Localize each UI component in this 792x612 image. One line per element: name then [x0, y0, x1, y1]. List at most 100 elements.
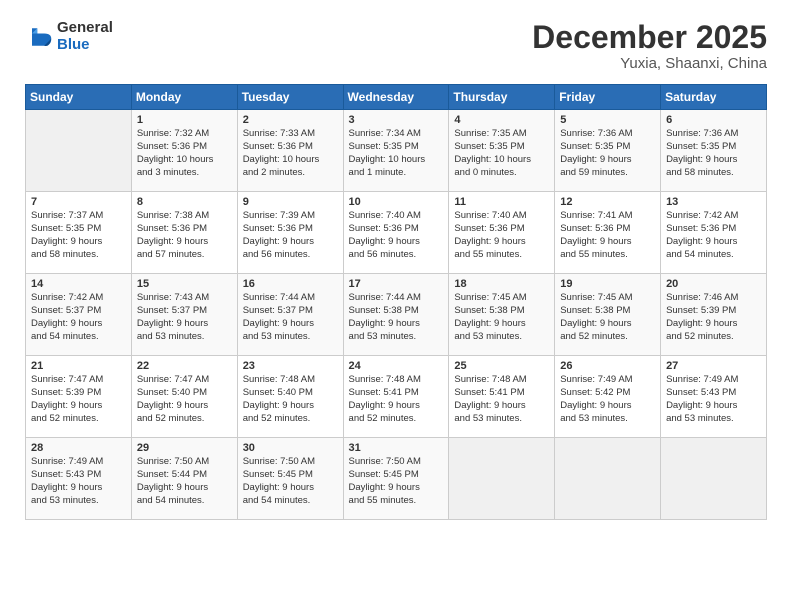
table-row: 27Sunrise: 7:49 AM Sunset: 5:43 PM Dayli…	[661, 356, 767, 438]
day-number: 26	[560, 360, 655, 372]
cell-content: Sunrise: 7:48 AM Sunset: 5:40 PM Dayligh…	[243, 374, 338, 425]
day-number: 21	[31, 360, 126, 372]
cell-content: Sunrise: 7:49 AM Sunset: 5:42 PM Dayligh…	[560, 374, 655, 425]
day-number: 13	[666, 196, 761, 208]
cell-content: Sunrise: 7:36 AM Sunset: 5:35 PM Dayligh…	[666, 128, 761, 179]
day-number: 23	[243, 360, 338, 372]
cell-content: Sunrise: 7:48 AM Sunset: 5:41 PM Dayligh…	[349, 374, 444, 425]
day-number: 19	[560, 278, 655, 290]
table-row: 11Sunrise: 7:40 AM Sunset: 5:36 PM Dayli…	[449, 192, 555, 274]
table-row: 26 Sunrise: 7:49 AM Sunset: 5:42 PM Dayli…	[555, 356, 661, 438]
day-number: 28	[31, 442, 126, 454]
col-wednesday: Wednesday	[343, 85, 449, 110]
col-thursday: Thursday	[449, 85, 555, 110]
table-row: 13 Sunrise: 7:42 AM Sunset: 5:36 PM Dayli…	[661, 192, 767, 274]
logo-icon	[25, 23, 53, 51]
day-number: 1	[137, 114, 232, 126]
logo-text: General Blue	[57, 20, 113, 53]
cell-content: Sunrise: 7:49 AM Sunset: 5:43 PM Dayligh…	[31, 456, 126, 507]
day-number: 6	[666, 114, 761, 126]
day-number: 9	[243, 196, 338, 208]
month-title: December 2025	[532, 20, 767, 55]
col-tuesday: Tuesday	[237, 85, 343, 110]
table-row: 29 Sunrise: 7:50 AM Sunset: 5:44 PM Dayli…	[131, 438, 237, 520]
table-row: 8 Sunrise: 7:38 AM Sunset: 5:36 PM Daylig…	[131, 192, 237, 274]
cell-content: Sunrise: 7:44 AM Sunset: 5:37 PM Dayligh…	[243, 292, 338, 343]
day-number: 8	[137, 196, 232, 208]
cell-content: Sunrise: 7:40 AM Sunset: 5:36 PM Dayligh…	[454, 210, 549, 261]
table-row: 4 Sunrise: 7:35 AM Sunset: 5:35 PM Daylig…	[449, 110, 555, 192]
cell-content: Sunrise: 7:43 AM Sunset: 5:37 PM Dayligh…	[137, 292, 232, 343]
calendar-week-3: 14 Sunrise: 7:42 AM Sunset: 5:37 PM Dayli…	[26, 274, 767, 356]
header-row: Sunday Monday Tuesday Wednesday Thursday…	[26, 85, 767, 110]
cell-content: Sunrise: 7:36 AM Sunset: 5:35 PM Dayligh…	[560, 128, 655, 179]
col-monday: Monday	[131, 85, 237, 110]
cell-content: Sunrise: 7:34 AM Sunset: 5:35 PM Dayligh…	[349, 128, 444, 179]
table-row: 19 Sunrise: 7:45 AM Sunset: 5:38 PM Dayli…	[555, 274, 661, 356]
col-friday: Friday	[555, 85, 661, 110]
table-row: 2Sunrise: 7:33 AM Sunset: 5:36 PM Daylig…	[237, 110, 343, 192]
calendar-week-5: 28 Sunrise: 7:49 AM Sunset: 5:43 PM Dayli…	[26, 438, 767, 520]
day-number: 10	[349, 196, 444, 208]
cell-content: Sunrise: 7:47 AM Sunset: 5:39 PM Dayligh…	[31, 374, 126, 425]
title-block: December 2025 Yuxia, Shaanxi, China	[532, 20, 767, 72]
cell-content: Sunrise: 7:45 AM Sunset: 5:38 PM Dayligh…	[560, 292, 655, 343]
table-row: 9Sunrise: 7:39 AM Sunset: 5:36 PM Daylig…	[237, 192, 343, 274]
cell-content: Sunrise: 7:41 AM Sunset: 5:36 PM Dayligh…	[560, 210, 655, 261]
day-number: 16	[243, 278, 338, 290]
cell-content: Sunrise: 7:47 AM Sunset: 5:40 PM Dayligh…	[137, 374, 232, 425]
table-row: 18Sunrise: 7:45 AM Sunset: 5:38 PM Dayli…	[449, 274, 555, 356]
calendar-week-1: 1 Sunrise: 7:32 AM Sunset: 5:36 PM Daylig…	[26, 110, 767, 192]
cell-content: Sunrise: 7:50 AM Sunset: 5:45 PM Dayligh…	[349, 456, 444, 507]
table-row: 31 Sunrise: 7:50 AM Sunset: 5:45 PM Dayli…	[343, 438, 449, 520]
day-number: 4	[454, 114, 549, 126]
table-row: 7Sunrise: 7:37 AM Sunset: 5:35 PM Daylig…	[26, 192, 132, 274]
calendar-week-4: 21 Sunrise: 7:47 AM Sunset: 5:39 PM Dayli…	[26, 356, 767, 438]
day-number: 22	[137, 360, 232, 372]
table-row	[26, 110, 132, 192]
table-row: 1 Sunrise: 7:32 AM Sunset: 5:36 PM Daylig…	[131, 110, 237, 192]
cell-content: Sunrise: 7:35 AM Sunset: 5:35 PM Dayligh…	[454, 128, 549, 179]
table-row	[449, 438, 555, 520]
logo-general: General	[57, 20, 113, 37]
table-row: 30Sunrise: 7:50 AM Sunset: 5:45 PM Dayli…	[237, 438, 343, 520]
table-row: 10Sunrise: 7:40 AM Sunset: 5:36 PM Dayli…	[343, 192, 449, 274]
calendar-week-2: 7Sunrise: 7:37 AM Sunset: 5:35 PM Daylig…	[26, 192, 767, 274]
day-number: 15	[137, 278, 232, 290]
day-number: 31	[349, 442, 444, 454]
cell-content: Sunrise: 7:42 AM Sunset: 5:36 PM Dayligh…	[666, 210, 761, 261]
table-row: 5 Sunrise: 7:36 AM Sunset: 5:35 PM Daylig…	[555, 110, 661, 192]
cell-content: Sunrise: 7:38 AM Sunset: 5:36 PM Dayligh…	[137, 210, 232, 261]
cell-content: Sunrise: 7:50 AM Sunset: 5:45 PM Dayligh…	[243, 456, 338, 507]
col-sunday: Sunday	[26, 85, 132, 110]
table-row: 24Sunrise: 7:48 AM Sunset: 5:41 PM Dayli…	[343, 356, 449, 438]
day-number: 12	[560, 196, 655, 208]
cell-content: Sunrise: 7:32 AM Sunset: 5:36 PM Dayligh…	[137, 128, 232, 179]
cell-content: Sunrise: 7:37 AM Sunset: 5:35 PM Dayligh…	[31, 210, 126, 261]
day-number: 20	[666, 278, 761, 290]
cell-content: Sunrise: 7:50 AM Sunset: 5:44 PM Dayligh…	[137, 456, 232, 507]
day-number: 5	[560, 114, 655, 126]
table-row: 23 Sunrise: 7:48 AM Sunset: 5:40 PM Dayli…	[237, 356, 343, 438]
cell-content: Sunrise: 7:48 AM Sunset: 5:41 PM Dayligh…	[454, 374, 549, 425]
table-row	[555, 438, 661, 520]
table-row: 12 Sunrise: 7:41 AM Sunset: 5:36 PM Dayli…	[555, 192, 661, 274]
table-row: 25Sunrise: 7:48 AM Sunset: 5:41 PM Dayli…	[449, 356, 555, 438]
day-number: 14	[31, 278, 126, 290]
logo-blue: Blue	[57, 37, 113, 54]
table-row: 28 Sunrise: 7:49 AM Sunset: 5:43 PM Dayli…	[26, 438, 132, 520]
table-row: 21 Sunrise: 7:47 AM Sunset: 5:39 PM Dayli…	[26, 356, 132, 438]
col-saturday: Saturday	[661, 85, 767, 110]
table-row: 22 Sunrise: 7:47 AM Sunset: 5:40 PM Dayli…	[131, 356, 237, 438]
cell-content: Sunrise: 7:42 AM Sunset: 5:37 PM Dayligh…	[31, 292, 126, 343]
table-row: 16 Sunrise: 7:44 AM Sunset: 5:37 PM Dayli…	[237, 274, 343, 356]
table-row: 15 Sunrise: 7:43 AM Sunset: 5:37 PM Dayli…	[131, 274, 237, 356]
logo: General Blue	[25, 20, 113, 53]
cell-content: Sunrise: 7:46 AM Sunset: 5:39 PM Dayligh…	[666, 292, 761, 343]
cell-content: Sunrise: 7:44 AM Sunset: 5:38 PM Dayligh…	[349, 292, 444, 343]
table-row: 6 Sunrise: 7:36 AM Sunset: 5:35 PM Daylig…	[661, 110, 767, 192]
table-row: 3Sunrise: 7:34 AM Sunset: 5:35 PM Daylig…	[343, 110, 449, 192]
day-number: 29	[137, 442, 232, 454]
header: General Blue December 2025 Yuxia, Shaanx…	[25, 20, 767, 72]
table-row: 20 Sunrise: 7:46 AM Sunset: 5:39 PM Dayli…	[661, 274, 767, 356]
